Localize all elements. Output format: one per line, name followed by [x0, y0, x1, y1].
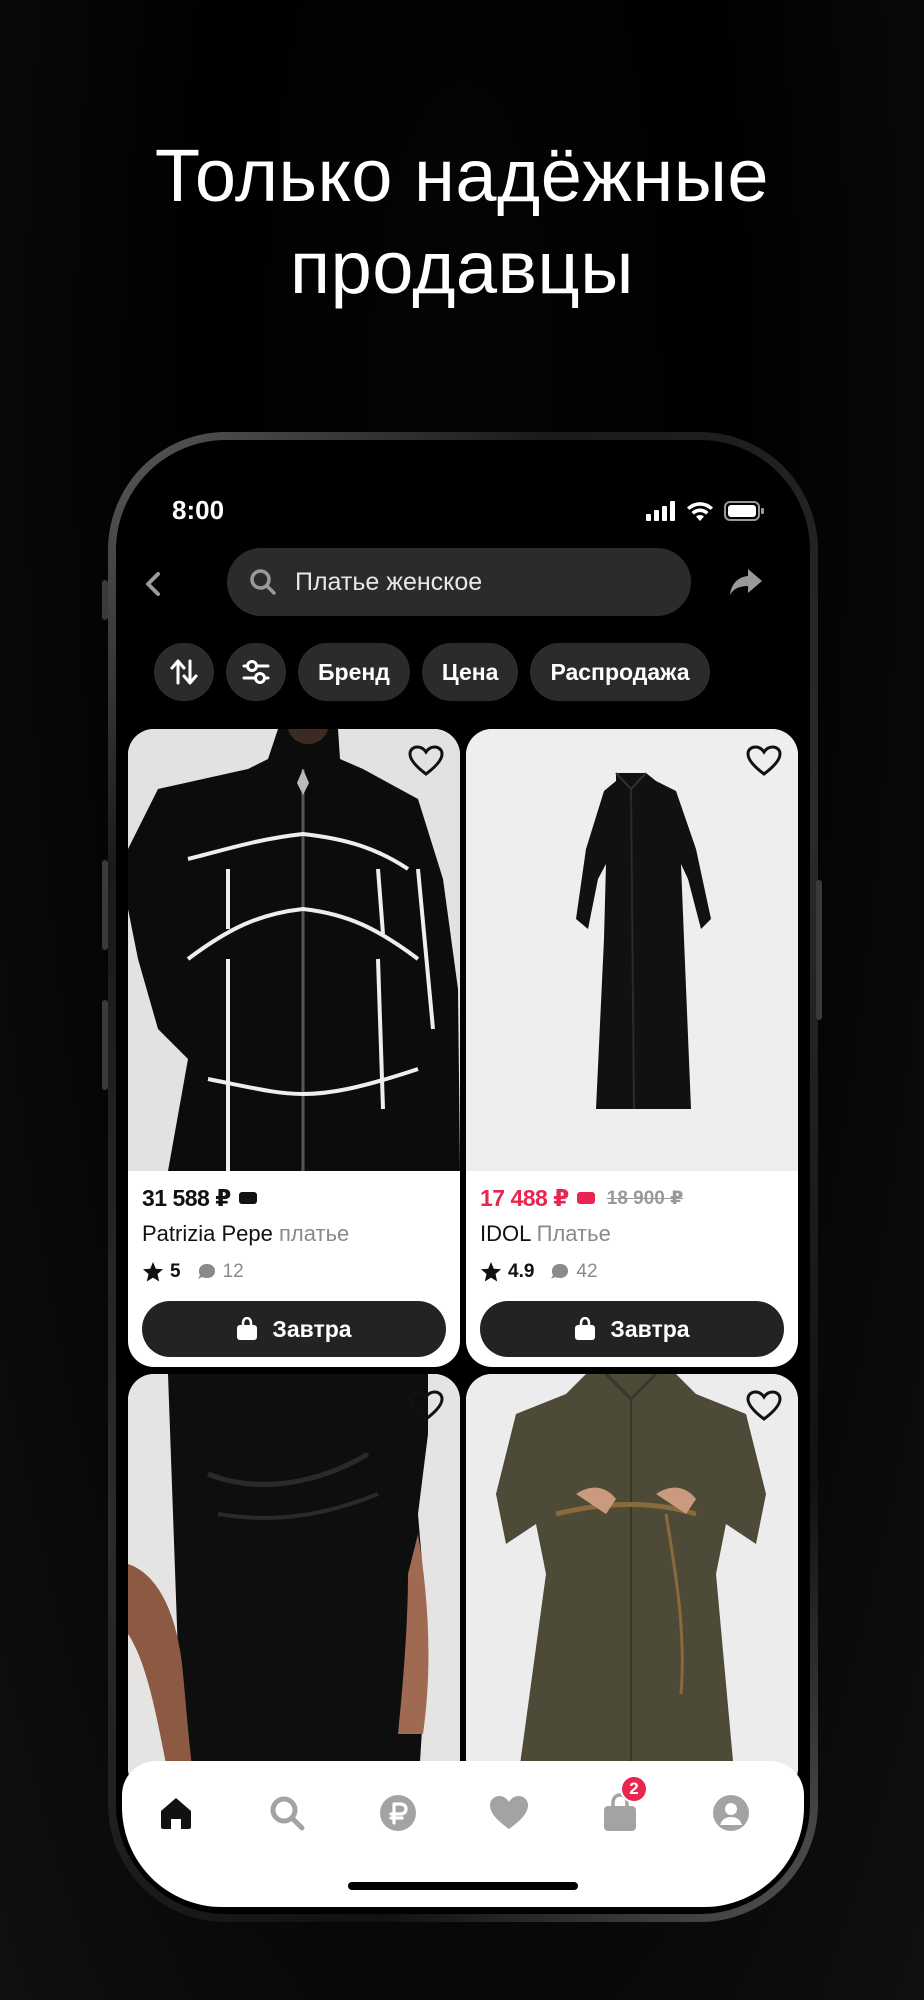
home-indicator[interactable] — [348, 1882, 578, 1890]
product-brand: IDOL — [480, 1221, 531, 1246]
comment-icon — [551, 1264, 569, 1279]
product-reviews-count: 12 — [222, 1261, 244, 1282]
product-reviews-count: 42 — [576, 1261, 598, 1282]
product-old-price: 18 900 ₽ — [606, 1187, 684, 1209]
product-sale-price: 17 488 ₽ — [480, 1184, 569, 1211]
product-category: платье — [278, 1221, 350, 1246]
product-photo[interactable] — [466, 1374, 798, 1794]
product-card[interactable] — [128, 1374, 460, 1794]
sort-chip[interactable] — [154, 643, 214, 701]
phone-mute-switch — [102, 580, 108, 620]
battery-icon — [724, 501, 764, 521]
product-rating: 5 — [170, 1261, 181, 1282]
chevron-left-icon — [146, 572, 160, 596]
product-card[interactable]: 31 588 ₽ Patrizia Pepe платье 5 12 Завтр… — [128, 729, 460, 1367]
product-photo[interactable] — [128, 1374, 460, 1794]
product-category: Платье — [536, 1221, 611, 1246]
brand-chip[interactable]: Бренд — [298, 643, 410, 701]
filter-chips: Бренд Цена Распродажа — [154, 643, 710, 701]
home-icon — [161, 1798, 191, 1829]
product-photo[interactable] — [466, 729, 798, 1171]
product-title[interactable]: IDOL Платье — [480, 1221, 784, 1247]
product-card[interactable] — [466, 1374, 798, 1794]
shopping-bag-icon — [575, 1317, 596, 1340]
phone-volume-up — [102, 860, 108, 950]
filters-chip[interactable] — [226, 643, 286, 701]
search-query[interactable]: Платье женское — [295, 568, 482, 597]
phone-power-button — [816, 880, 822, 1020]
profile-icon — [713, 1795, 749, 1831]
back-button[interactable] — [122, 552, 186, 616]
delivery-label: Завтра — [610, 1315, 690, 1342]
sort-icon — [170, 659, 198, 685]
search-icon — [270, 1796, 305, 1831]
shopping-bag-icon — [237, 1317, 258, 1340]
share-arrow-icon — [730, 569, 762, 595]
tab-home[interactable] — [146, 1783, 206, 1843]
wifi-icon — [687, 502, 713, 521]
favorite-heart-icon[interactable] — [746, 1390, 782, 1422]
tab-payments[interactable] — [368, 1783, 428, 1843]
product-price: 31 588 ₽ — [142, 1184, 231, 1211]
tab-search[interactable] — [257, 1783, 317, 1843]
cart-count-badge: 2 — [620, 1775, 648, 1803]
headline-line-1: Только надёжные — [154, 134, 770, 217]
product-rating: 4.9 — [508, 1261, 535, 1282]
signal-icon — [646, 501, 675, 521]
product-photo[interactable] — [128, 729, 460, 1171]
search-icon — [245, 564, 281, 600]
sale-chip[interactable]: Распродажа — [530, 643, 710, 701]
status-bar: 8:00 — [122, 495, 804, 535]
delivery-button[interactable]: Завтра — [480, 1301, 784, 1357]
product-card[interactable]: 17 488 ₽ 18 900 ₽ IDOL Платье 4.9 42 Зав… — [466, 729, 798, 1367]
star-icon — [481, 1262, 501, 1282]
phone-volume-down — [102, 1000, 108, 1090]
favorite-heart-icon[interactable] — [408, 1390, 444, 1422]
star-icon — [143, 1262, 163, 1282]
price-chip[interactable]: Цена — [421, 643, 519, 701]
heart-icon — [490, 1796, 528, 1829]
product-brand: Patrizia Pepe — [142, 1221, 273, 1246]
tab-profile[interactable] — [701, 1783, 761, 1843]
card-payment-icon — [238, 1192, 257, 1204]
tab-favorites[interactable] — [479, 1783, 539, 1843]
phone-screen: 8:00 Платье женское Бренд Цена Распродаж… — [122, 447, 804, 1907]
sliders-icon — [242, 660, 270, 684]
share-button[interactable] — [718, 554, 774, 610]
delivery-button[interactable]: Завтра — [142, 1301, 446, 1357]
promo-headline: Только надёжные продавцы — [0, 130, 924, 314]
delivery-label: Завтра — [272, 1315, 352, 1342]
product-title[interactable]: Patrizia Pepe платье — [142, 1221, 446, 1247]
tab-cart[interactable]: 2 — [590, 1775, 650, 1843]
favorite-heart-icon[interactable] — [408, 745, 444, 777]
comment-icon — [197, 1264, 215, 1279]
status-time: 8:00 — [172, 495, 225, 525]
search-field[interactable]: Платье женское — [227, 548, 691, 616]
headline-line-2: продавцы — [290, 226, 634, 309]
ruble-icon — [380, 1795, 416, 1831]
favorite-heart-icon[interactable] — [746, 745, 782, 777]
card-payment-icon — [576, 1192, 595, 1204]
